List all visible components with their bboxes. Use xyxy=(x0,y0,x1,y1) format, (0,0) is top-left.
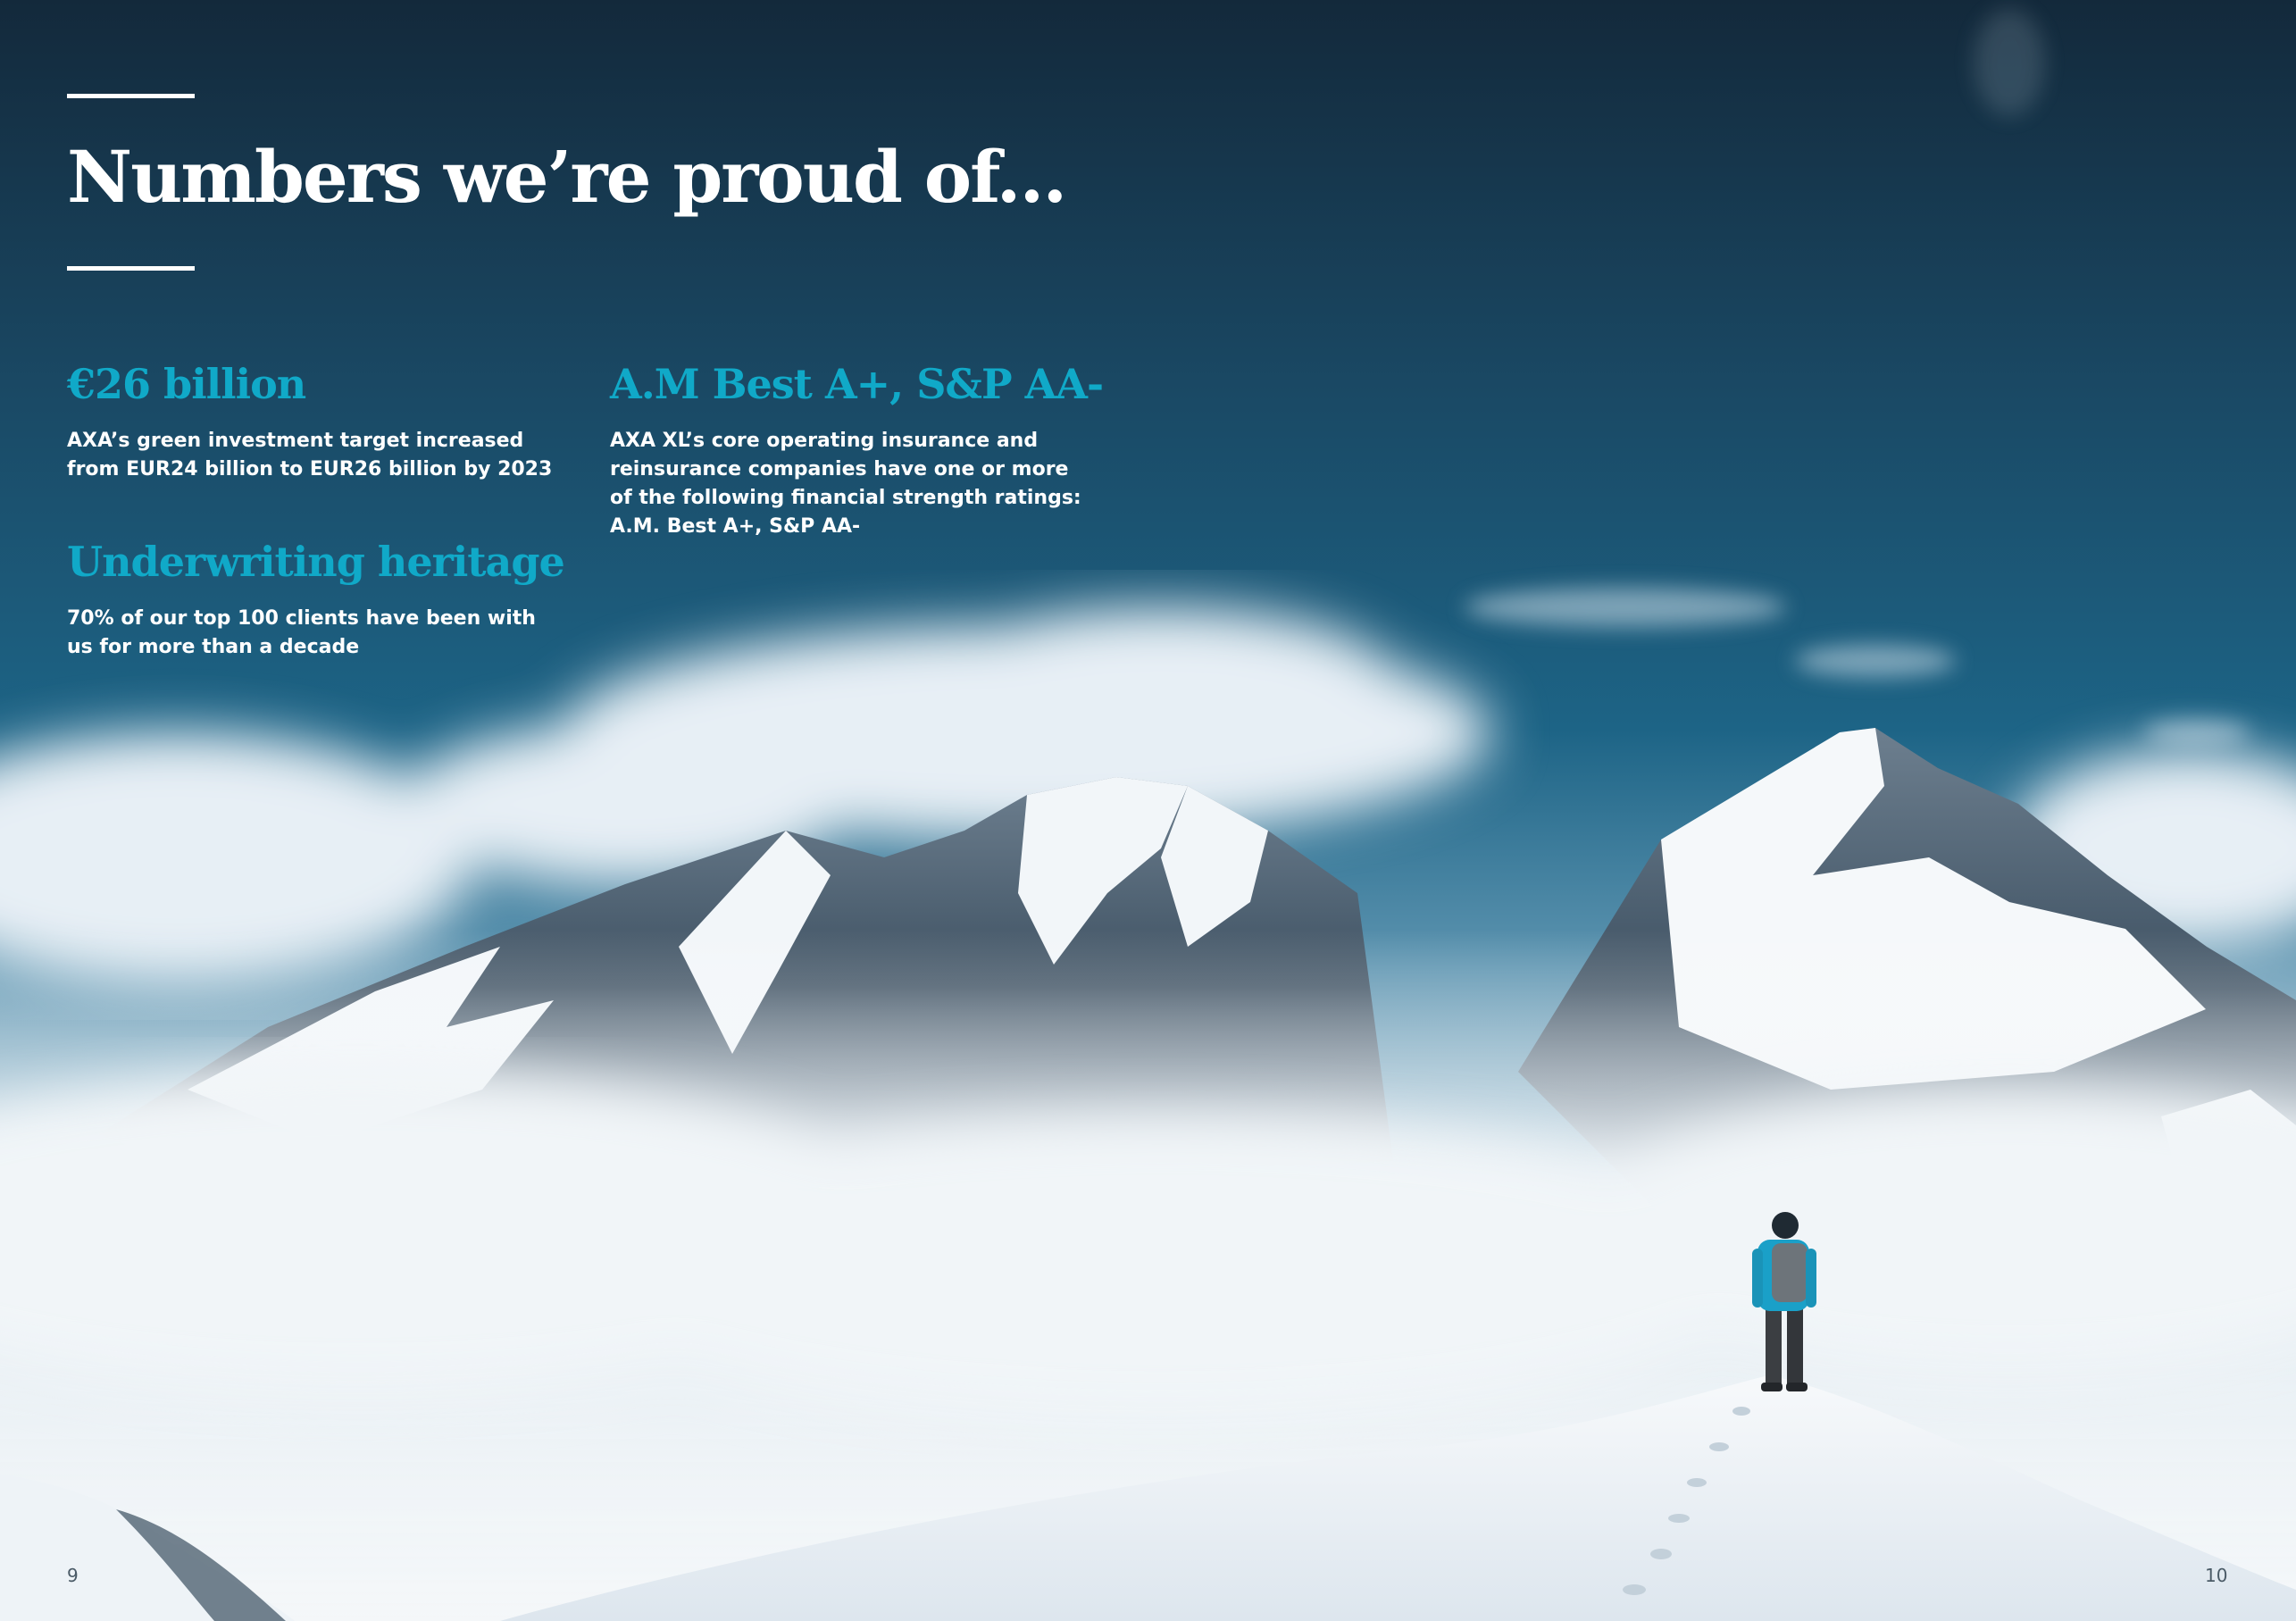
stat-heading: €26 billion xyxy=(67,360,306,408)
stat-financial-ratings: A.M Best A+, S&P AA- AXA XL’s core opera… xyxy=(610,360,1104,541)
page-number-right: 10 xyxy=(2205,1565,2228,1586)
stat-body: AXA XL’s core operating insurance and re… xyxy=(610,429,1081,538)
page-title: Numbers we’re proud of... xyxy=(67,135,1067,219)
mountain-background-photo xyxy=(0,0,2296,1621)
stat-body: AXA’s green investment target increased … xyxy=(67,429,553,480)
stat-body: 70% of our top 100 clients have been wit… xyxy=(67,606,536,658)
title-rule-top xyxy=(67,94,195,98)
brochure-spread: Numbers we’re proud of... €26 billion AX… xyxy=(0,0,2296,1621)
stat-heading: A.M Best A+, S&P AA- xyxy=(610,360,1104,408)
stat-underwriting-heritage: Underwriting heritage 70% of our top 100… xyxy=(67,538,565,662)
stat-green-investment: €26 billion AXA’s green investment targe… xyxy=(67,362,552,484)
stat-heading: Underwriting heritage xyxy=(67,538,565,586)
title-rule-bottom xyxy=(67,266,195,271)
page-number-left: 9 xyxy=(67,1565,79,1586)
